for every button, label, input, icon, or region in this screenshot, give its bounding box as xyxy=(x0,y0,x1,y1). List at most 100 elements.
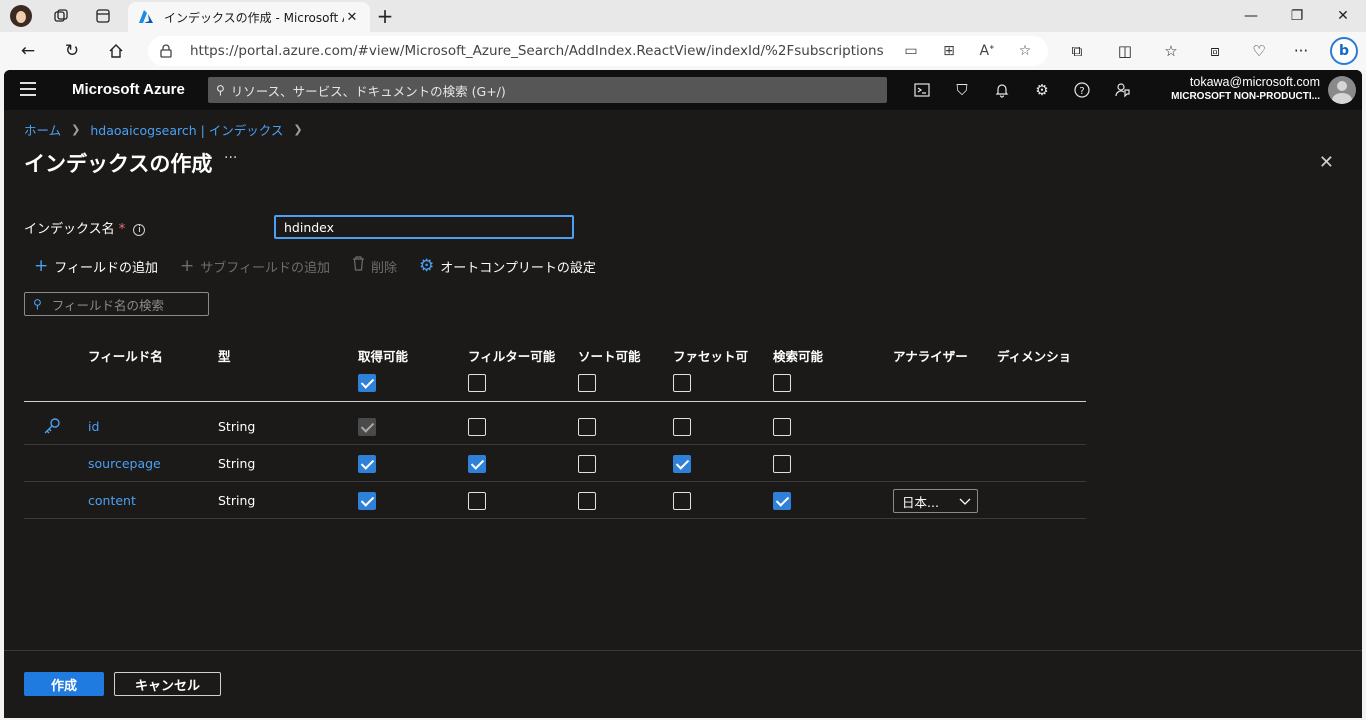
index-name-input[interactable] xyxy=(274,215,574,239)
add-field-label: フィールドの追加 xyxy=(54,260,158,276)
add-field-button[interactable]: + フィールドの追加 xyxy=(34,256,158,276)
select-all-searchable-checkbox[interactable] xyxy=(773,374,791,392)
trash-icon xyxy=(352,256,365,276)
split-screen-icon[interactable]: ◫ xyxy=(1114,40,1136,62)
profile-avatar-icon[interactable] xyxy=(10,5,32,27)
row-content-sortable-checkbox[interactable] xyxy=(578,492,596,510)
row-id-retrievable-checkbox xyxy=(358,418,376,436)
hamburger-menu-icon[interactable] xyxy=(20,82,36,96)
bing-copilot-icon[interactable]: b xyxy=(1330,37,1358,65)
chevron-right-icon: ❯ xyxy=(293,123,303,136)
user-email: tokawa@microsoft.com xyxy=(1189,75,1320,89)
feedback-icon[interactable] xyxy=(1110,78,1134,102)
col-header-field-name: フィールド名 xyxy=(88,349,163,364)
tab-actions-icon[interactable] xyxy=(92,5,114,27)
analyzer-dropdown[interactable]: 日本... xyxy=(893,489,978,513)
breadcrumb-home-link[interactable]: ホーム xyxy=(24,120,61,139)
plus-icon: + xyxy=(34,256,49,276)
select-all-filterable-checkbox[interactable] xyxy=(468,374,486,392)
row-sourcepage-retrievable-checkbox[interactable] xyxy=(358,455,376,473)
more-options-icon[interactable]: ··· xyxy=(224,150,237,166)
autocomplete-label: オートコンプリートの設定 xyxy=(440,260,596,276)
address-bar[interactable]: https://portal.azure.com/#view/Microsoft… xyxy=(148,36,1048,66)
close-blade-icon[interactable]: ✕ xyxy=(1319,152,1334,173)
refresh-icon[interactable]: ↻ xyxy=(60,39,84,63)
analyzer-value: 日本... xyxy=(902,494,939,510)
workspaces-icon[interactable] xyxy=(50,5,72,27)
gear-icon: ⚙ xyxy=(419,256,435,276)
settings-gear-icon[interactable]: ⚙ xyxy=(1030,78,1054,102)
extensions-icon[interactable]: ⧉ xyxy=(1066,40,1088,62)
settings-more-icon[interactable]: ··· xyxy=(1290,40,1312,62)
cloud-shell-icon[interactable] xyxy=(910,78,934,102)
row-sourcepage-sortable-checkbox[interactable] xyxy=(578,455,596,473)
notifications-bell-icon[interactable] xyxy=(990,78,1014,102)
browser-essentials-icon[interactable]: ♡ xyxy=(1248,40,1270,62)
row-divider xyxy=(24,481,1086,482)
azure-portal: Microsoft Azure ⚲ リソース、サービス、ドキュメントの検索 (G… xyxy=(4,70,1362,718)
select-all-facetable-checkbox[interactable] xyxy=(673,374,691,392)
col-header-sortable: ソート可能 xyxy=(578,349,641,364)
field-name-link[interactable]: content xyxy=(88,493,136,508)
col-header-type: 型 xyxy=(218,349,231,364)
row-content-facetable-checkbox[interactable] xyxy=(673,492,691,510)
row-id-facetable-checkbox[interactable] xyxy=(673,418,691,436)
tab-close-icon[interactable]: ✕ xyxy=(344,10,360,25)
field-name-link[interactable]: sourcepage xyxy=(88,456,161,471)
field-search-input[interactable]: ⚲ フィールド名の検索 xyxy=(24,292,209,316)
autocomplete-settings-button[interactable]: ⚙ オートコンプリートの設定 xyxy=(419,256,596,276)
breadcrumb: ホーム ❯ hdaoaicogsearch | インデックス ❯ xyxy=(24,120,313,139)
url-text: https://portal.azure.com/#view/Microsoft… xyxy=(190,43,884,59)
back-icon[interactable]: ← xyxy=(16,39,40,63)
favorite-star-icon[interactable]: ☆ xyxy=(1014,43,1036,59)
select-all-sortable-checkbox[interactable] xyxy=(578,374,596,392)
app-available-icon[interactable]: ▭ xyxy=(900,43,922,59)
breadcrumb-index-link[interactable]: hdaoaicogsearch | インデックス xyxy=(90,120,283,139)
browser-tab-active[interactable]: インデックスの作成 - Microsoft Azure ✕ xyxy=(128,2,370,32)
required-mark: * xyxy=(118,222,126,237)
extensions-grid-icon[interactable]: ⊞ xyxy=(938,43,960,59)
account-info[interactable]: tokawa@microsoft.com MICROSOFT NON-PRODU… xyxy=(1171,75,1320,102)
new-tab-button[interactable]: + xyxy=(374,4,396,28)
lock-icon[interactable] xyxy=(160,44,172,58)
user-avatar-icon[interactable] xyxy=(1328,76,1356,104)
global-search-input[interactable]: ⚲ リソース、サービス、ドキュメントの検索 (G+/) xyxy=(208,77,887,103)
info-icon[interactable]: i xyxy=(133,224,146,236)
field-search-placeholder: フィールド名の検索 xyxy=(51,297,165,313)
add-subfield-button[interactable]: + サブフィールドの追加 xyxy=(180,256,330,276)
footer-divider xyxy=(4,650,1362,651)
minimize-icon[interactable]: — xyxy=(1228,0,1274,32)
create-button[interactable]: 作成 xyxy=(24,672,104,696)
cancel-button[interactable]: キャンセル xyxy=(114,672,221,696)
row-content-filterable-checkbox[interactable] xyxy=(468,492,486,510)
directory-filter-icon[interactable]: ⛉ xyxy=(950,78,974,102)
row-content-retrievable-checkbox[interactable] xyxy=(358,492,376,510)
row-content-searchable-checkbox[interactable] xyxy=(773,492,791,510)
restore-icon[interactable]: ❐ xyxy=(1274,0,1320,32)
row-id-sortable-checkbox[interactable] xyxy=(578,418,596,436)
favorites-icon[interactable]: ☆ xyxy=(1160,40,1182,62)
row-id-filterable-checkbox[interactable] xyxy=(468,418,486,436)
window-close-icon[interactable]: ✕ xyxy=(1320,0,1366,32)
select-all-retrievable-checkbox[interactable] xyxy=(358,374,376,392)
row-divider xyxy=(24,518,1086,519)
row-sourcepage-filterable-checkbox[interactable] xyxy=(468,455,486,473)
row-id-searchable-checkbox[interactable] xyxy=(773,418,791,436)
help-icon[interactable]: ? xyxy=(1070,78,1094,102)
collections-icon[interactable]: ⧈ xyxy=(1204,40,1226,62)
home-icon[interactable] xyxy=(104,39,128,63)
command-bar: + フィールドの追加 + サブフィールドの追加 削除 ⚙ オートコンプリートの設… xyxy=(34,256,618,276)
svg-text:?: ? xyxy=(1079,86,1084,97)
header-divider xyxy=(24,401,1086,402)
browser-toolbar: ← ↻ https://portal.azure.com/#view/Micro… xyxy=(0,32,1366,70)
add-subfield-label: サブフィールドの追加 xyxy=(200,260,330,276)
row-sourcepage-facetable-checkbox[interactable] xyxy=(673,455,691,473)
key-icon xyxy=(42,416,62,436)
tab-title: インデックスの作成 - Microsoft Azure xyxy=(164,10,344,25)
read-aloud-icon[interactable]: Aᐩ xyxy=(976,43,998,59)
user-tenant: MICROSOFT NON-PRODUCTI... xyxy=(1171,91,1320,102)
portal-brand[interactable]: Microsoft Azure xyxy=(72,81,185,98)
delete-button[interactable]: 削除 xyxy=(352,256,397,276)
field-name-link[interactable]: id xyxy=(88,419,99,434)
row-sourcepage-searchable-checkbox[interactable] xyxy=(773,455,791,473)
